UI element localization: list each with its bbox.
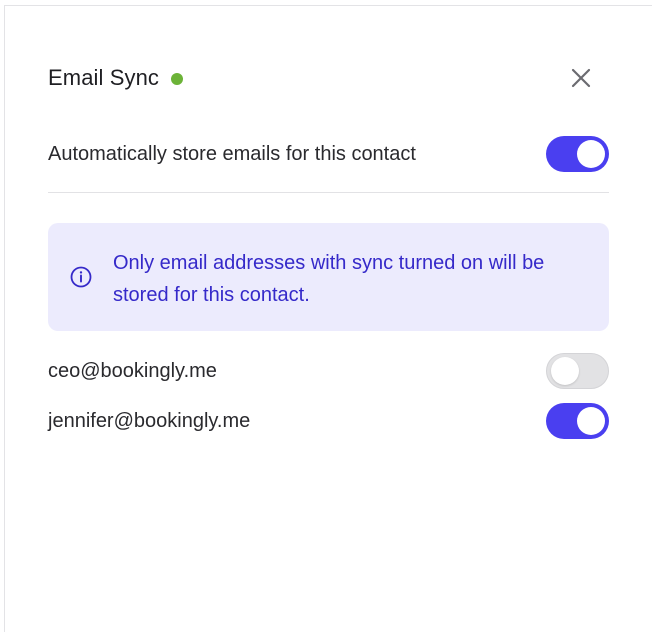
email-row: ceo@bookingly.me (48, 353, 609, 389)
info-icon (70, 266, 92, 288)
toggle-knob (577, 140, 605, 168)
email-sync-toggle-jennifer[interactable] (546, 403, 609, 439)
sync-status-dot (171, 72, 184, 85)
auto-store-toggle[interactable] (546, 136, 609, 172)
panel-header: Email Sync (48, 62, 609, 94)
frame-left-border (4, 5, 5, 632)
email-row: jennifer@bookingly.me (48, 403, 609, 439)
panel-title: Email Sync (48, 65, 160, 90)
info-box: Only email addresses with sync turned on… (48, 223, 609, 331)
info-text: Only email addresses with sync turned on… (113, 252, 545, 306)
email-address: ceo@bookingly.me (48, 359, 217, 382)
auto-store-row: Automatically store emails for this cont… (48, 136, 609, 172)
divider (48, 192, 609, 193)
frame-top-border (4, 5, 652, 6)
email-sync-frame: Email Sync Automatically store emails fo… (0, 0, 652, 632)
toggle-knob (551, 357, 579, 385)
auto-store-label: Automatically store emails for this cont… (48, 142, 416, 165)
email-sync-toggle-ceo[interactable] (546, 353, 609, 389)
close-icon (571, 68, 591, 88)
close-button[interactable] (567, 64, 595, 92)
email-address: jennifer@bookingly.me (48, 409, 251, 432)
toggle-knob (577, 407, 605, 435)
